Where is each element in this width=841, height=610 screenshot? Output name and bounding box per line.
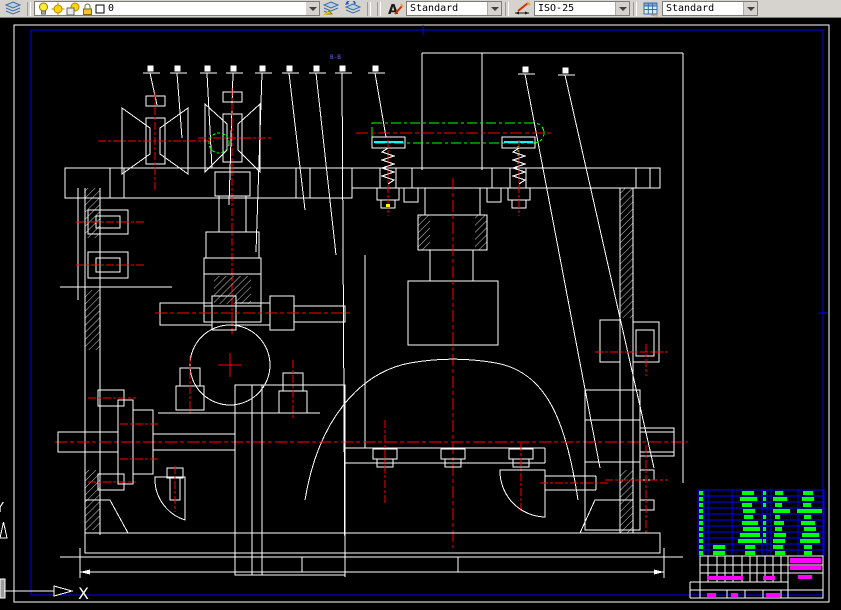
corner-gusset (155, 466, 185, 520)
gear-circle (190, 325, 270, 405)
ucs-y-label: Y (0, 501, 4, 516)
dim-style-combo[interactable]: ISO-25 (534, 1, 630, 16)
layer-properties-button[interactable] (2, 1, 24, 17)
table-style-icon (642, 1, 660, 17)
cad-drawing[interactable]: B-B (0, 18, 841, 610)
dimension-style-button[interactable] (512, 1, 534, 17)
ucs-icon: Y X (0, 501, 89, 603)
detail-circle (209, 133, 229, 153)
dimension-style-icon (514, 1, 532, 17)
table-style-value: Standard (663, 3, 743, 14)
layer-control-dropdown[interactable]: 0 (34, 1, 320, 16)
text-style-dropdown-arrow[interactable] (487, 2, 501, 15)
table-style-dropdown-arrow[interactable] (743, 2, 757, 15)
ucs-y-arrow (0, 522, 7, 538)
green-phantom-plate (356, 123, 552, 164)
title-block (690, 556, 823, 598)
layer-previous-icon (344, 1, 362, 17)
text-style-combo[interactable]: Standard (406, 1, 502, 16)
text-style-value: Standard (407, 3, 487, 14)
text-style-icon: A (386, 1, 404, 17)
dim-style-value: ISO-25 (535, 3, 615, 14)
table-style-button[interactable] (640, 1, 662, 17)
title-block-text-bars (707, 558, 821, 597)
toolbar-separator (367, 2, 371, 16)
ucs-x-label: X (78, 584, 89, 603)
table-style-combo[interactable]: Standard (662, 1, 758, 16)
chevron-down-icon (491, 7, 499, 11)
make-layer-current-icon (322, 1, 340, 17)
lower-shaft (55, 400, 688, 484)
dim-style-dropdown-arrow[interactable] (615, 2, 629, 15)
current-layer-name: 0 (105, 3, 306, 14)
machine-base (60, 500, 683, 578)
viewport-freeze-icon[interactable] (66, 2, 80, 16)
toolbar: 0 A Standard (0, 0, 841, 18)
layer-state-icons (35, 2, 105, 16)
upper-shaft (155, 296, 350, 330)
toolbar-separator (27, 2, 31, 16)
upper-outline (422, 53, 683, 483)
layers-stack-icon (5, 1, 21, 17)
toolbar-separator (633, 2, 637, 16)
layer-color-swatch[interactable] (95, 4, 105, 14)
layer-dropdown-arrow[interactable] (306, 2, 319, 15)
lightbulb-icon[interactable] (37, 2, 50, 16)
chevron-down-icon (309, 7, 317, 11)
housing-top-plate (65, 168, 660, 198)
parts-list-text-bars (699, 491, 822, 555)
layer-previous-button[interactable] (342, 1, 364, 17)
model-space-canvas[interactable]: B-B (0, 18, 841, 610)
ucs-origin-box (0, 579, 5, 598)
pulley-assembly-left (98, 92, 214, 190)
section-label: B-B (330, 54, 341, 61)
chevron-down-icon (619, 7, 627, 11)
grip-point (386, 204, 390, 207)
parts-list-table (698, 490, 824, 556)
text-style-button[interactable]: A (384, 1, 406, 17)
toolbar-separator (505, 2, 509, 16)
make-object-layer-current-button[interactable] (320, 1, 342, 17)
svg-text:A: A (388, 3, 398, 17)
center-column (404, 178, 501, 548)
sun-freeze-icon[interactable] (51, 2, 65, 16)
bell-housing-dome (305, 359, 608, 517)
chevron-down-icon (747, 7, 755, 11)
toolbar-separator (377, 2, 381, 16)
padlock-icon[interactable] (81, 2, 94, 16)
